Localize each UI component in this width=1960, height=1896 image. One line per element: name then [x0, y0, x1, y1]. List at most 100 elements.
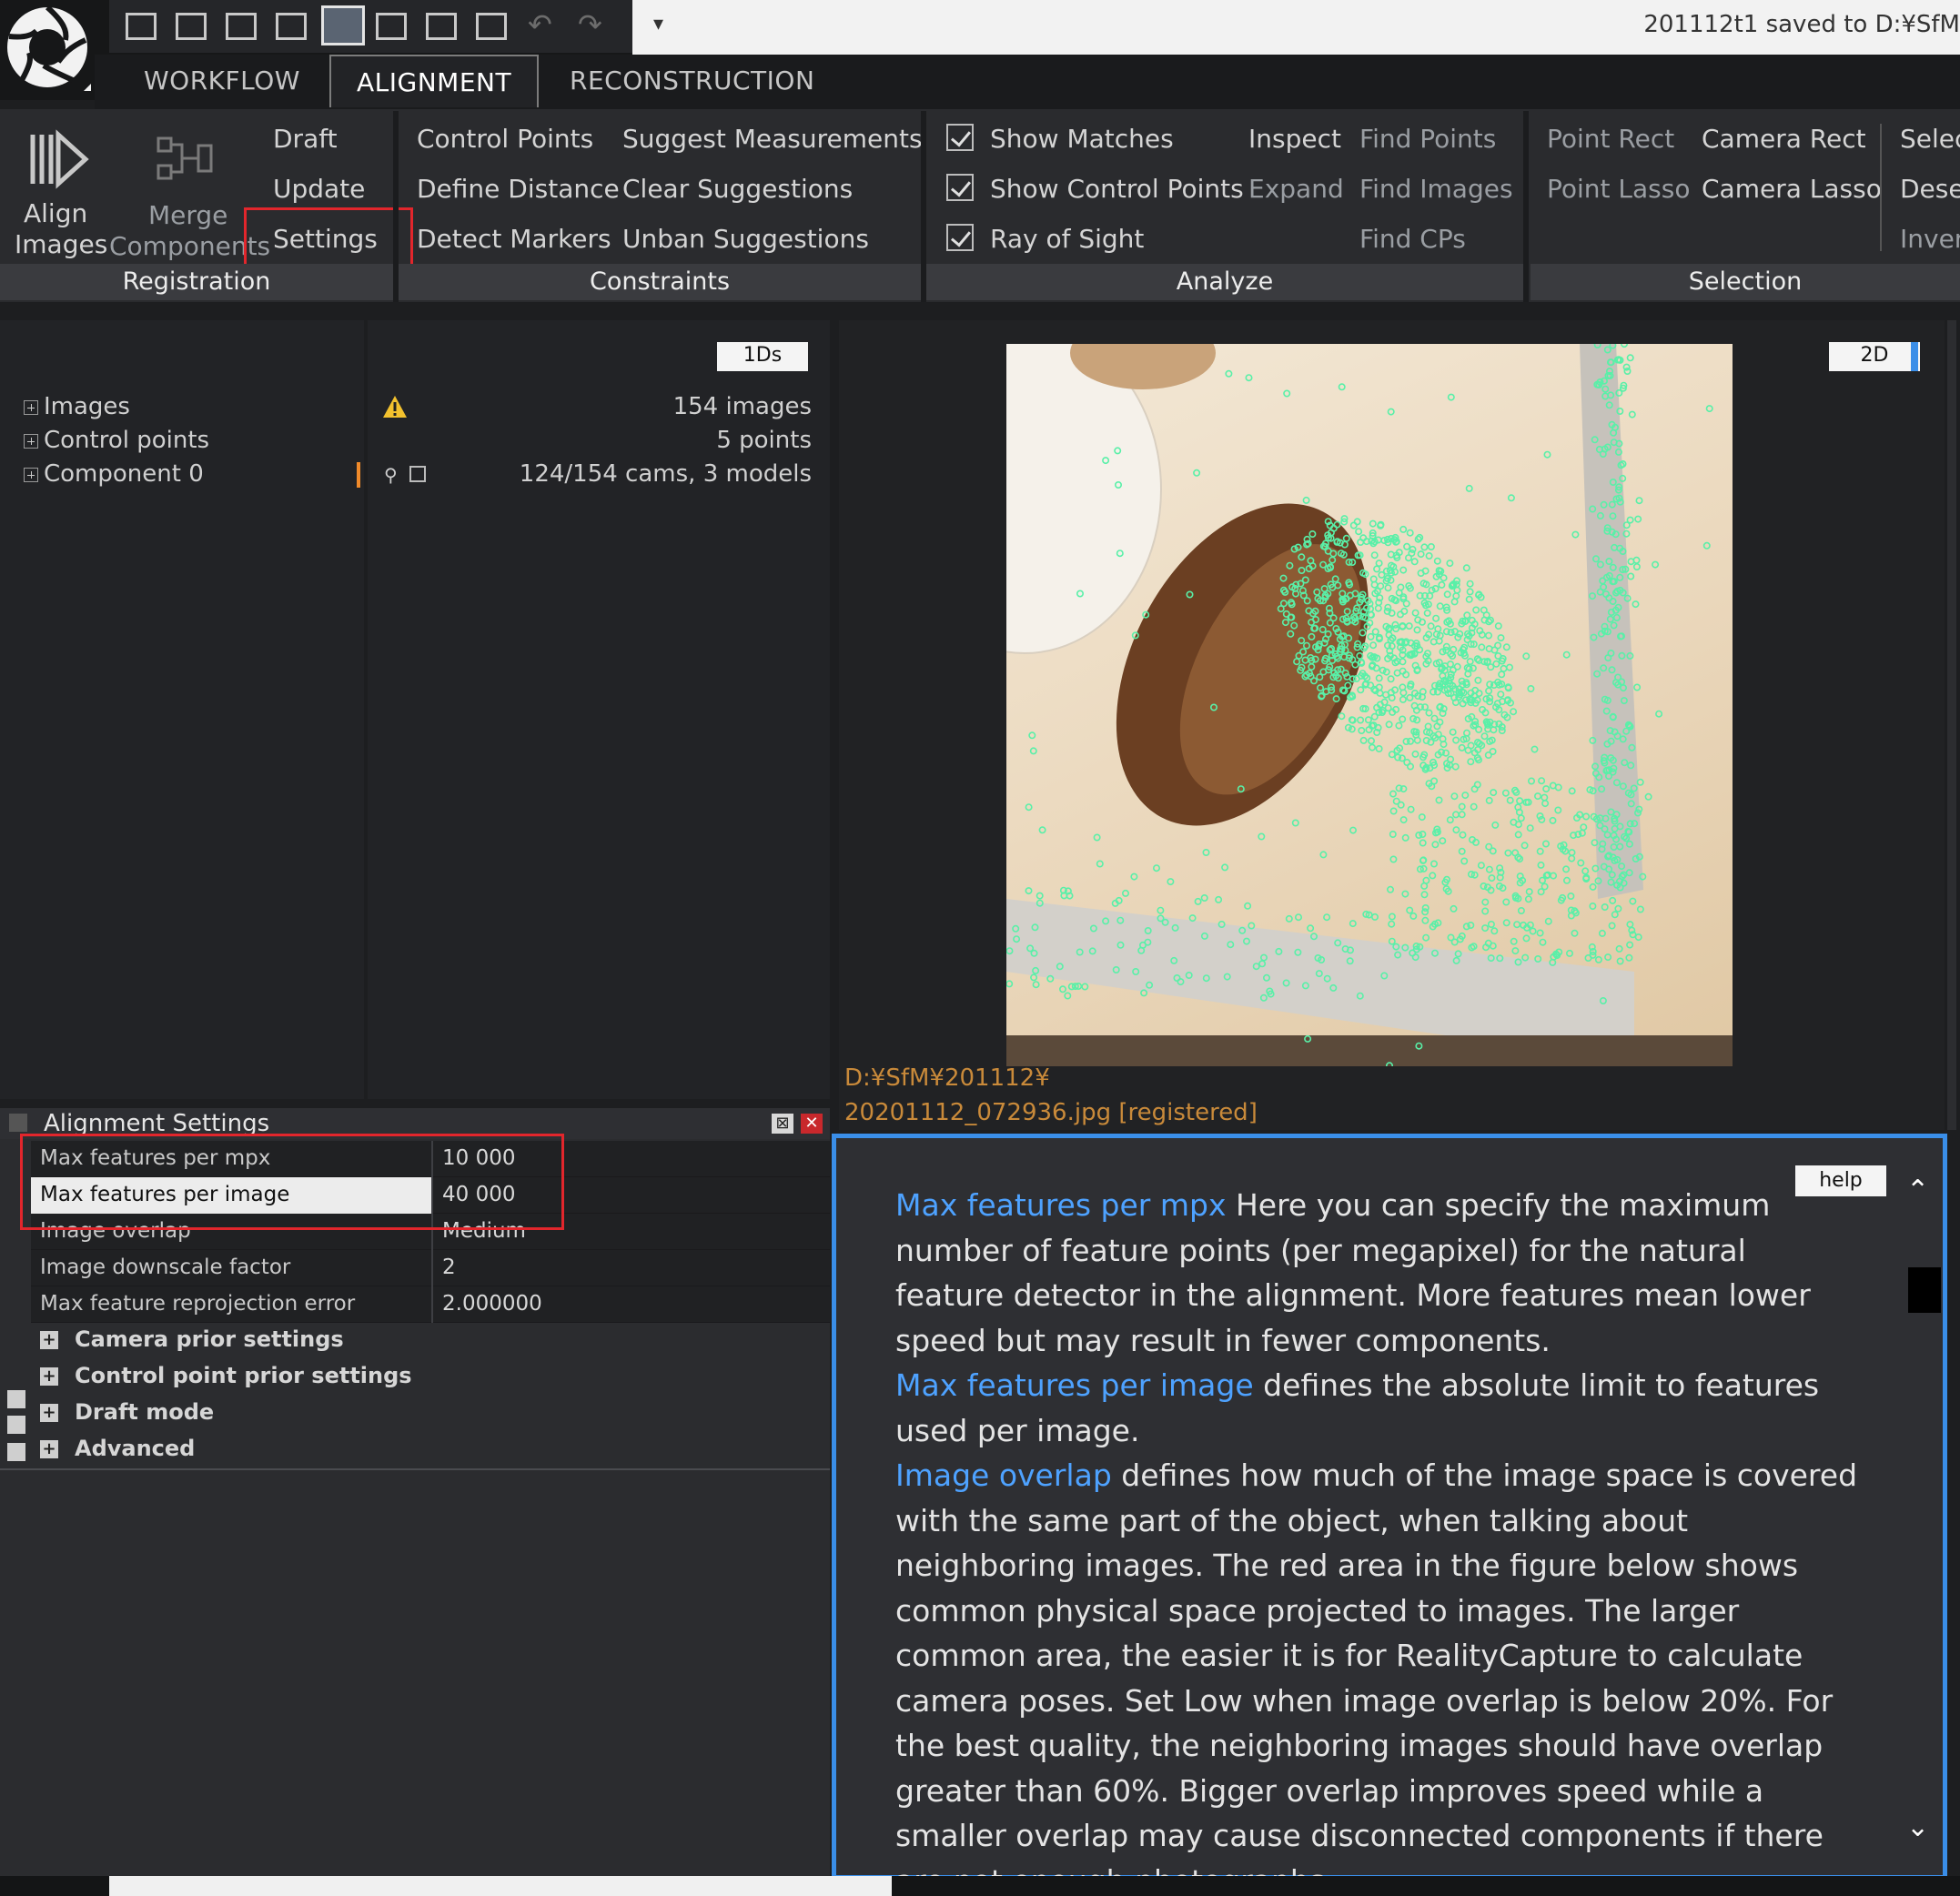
feature-point: [1485, 796, 1493, 804]
find-cps-button[interactable]: Find CPs: [1359, 224, 1466, 254]
help-term-max-features-per-image[interactable]: Max features per image: [895, 1367, 1254, 1403]
inspect-button[interactable]: Inspect: [1248, 124, 1341, 154]
group-selection-label: Selection: [1531, 264, 1960, 300]
expand-icon[interactable]: +: [40, 1331, 58, 1349]
feature-point: [1358, 726, 1366, 734]
app-logo[interactable]: [0, 0, 95, 100]
find-points-button[interactable]: Find Points: [1359, 124, 1496, 154]
select-all-button[interactable]: Selec: [1900, 124, 1960, 154]
category-draft-mode[interactable]: + Draft mode: [40, 1399, 214, 1425]
expand-icon[interactable]: +: [40, 1367, 58, 1386]
feature-point: [1245, 374, 1253, 382]
show-matches-checkbox[interactable]: [946, 124, 974, 151]
feature-point: [1393, 669, 1401, 677]
expand-icon[interactable]: +: [40, 1404, 58, 1422]
point-rect-button[interactable]: Point Rect: [1547, 124, 1674, 154]
feature-point: [1368, 743, 1376, 751]
feature-point: [1427, 543, 1435, 551]
feature-point: [1549, 782, 1557, 790]
category-control-point-prior-settings[interactable]: + Control point prior settings: [40, 1363, 412, 1388]
invert-button[interactable]: Inver: [1900, 224, 1960, 254]
tab-alignment[interactable]: ALIGNMENT: [329, 55, 540, 107]
point-lasso-button[interactable]: Point Lasso: [1547, 174, 1691, 204]
feature-point: [1399, 566, 1408, 574]
expand-button[interactable]: Expand: [1248, 174, 1344, 204]
feature-point: [1032, 981, 1040, 989]
control-points-button[interactable]: Control Points: [417, 124, 593, 154]
save-status: 201112t1 saved to D:¥SfM: [1643, 11, 1960, 38]
feature-point: [1537, 861, 1545, 869]
close-icon[interactable]: ✕: [801, 1114, 823, 1134]
help-term-max-features-per-mpx[interactable]: Max features per mpx: [895, 1187, 1226, 1223]
unban-suggestions-button[interactable]: Unban Suggestions: [622, 224, 869, 254]
feature-point: [1194, 897, 1202, 905]
expand-icon[interactable]: [24, 399, 38, 415]
layout-6-icon[interactable]: [376, 13, 407, 40]
align-images-label-2[interactable]: Images: [15, 229, 107, 259]
show-matches-label[interactable]: Show Matches: [990, 124, 1174, 154]
camera-lasso-button[interactable]: Camera Lasso: [1702, 174, 1882, 204]
clear-suggestions-button[interactable]: Clear Suggestions: [622, 174, 853, 204]
active-marker: [357, 462, 360, 488]
layout-4-icon[interactable]: [276, 13, 307, 40]
camera-rect-button[interactable]: Camera Rect: [1702, 124, 1866, 154]
expand-icon[interactable]: [24, 467, 38, 482]
deselect-button[interactable]: Desel: [1900, 174, 1960, 204]
feature-point: [1615, 944, 1623, 953]
show-control-points-label[interactable]: Show Control Points: [990, 174, 1244, 204]
expand-icon[interactable]: [24, 433, 38, 449]
collapse-all-icon[interactable]: [7, 1443, 25, 1461]
feature-point: [1458, 847, 1466, 855]
feature-point: [1388, 913, 1396, 921]
customize-toolbar-icon[interactable]: ▾: [653, 13, 663, 35]
prop-max-feature-reprojection-error[interactable]: Max feature reprojection error 2.000000: [31, 1286, 830, 1323]
feature-point: [1349, 826, 1357, 834]
show-control-points-checkbox[interactable]: [946, 174, 974, 201]
redo-icon[interactable]: ↷: [578, 7, 602, 42]
find-images-button[interactable]: Find Images: [1359, 174, 1513, 204]
aperture-logo-icon: [7, 5, 91, 91]
feature-point: [1029, 747, 1037, 755]
tree-item-control-points[interactable]: Control points: [24, 427, 209, 454]
scroll-down-icon[interactable]: ⌄: [1906, 1811, 1929, 1843]
category-advanced[interactable]: + Advanced: [40, 1436, 195, 1461]
layout-8-icon[interactable]: [476, 13, 507, 40]
suggest-measurements-button[interactable]: Suggest Measurements: [622, 124, 923, 154]
undock-icon[interactable]: ⊠: [772, 1114, 793, 1134]
ray-of-sight-checkbox[interactable]: [946, 224, 974, 251]
expand-all-icon[interactable]: [7, 1390, 25, 1408]
tab-reconstruction[interactable]: RECONSTRUCTION: [544, 55, 840, 107]
feature-point: [1357, 686, 1365, 694]
tree-item-images[interactable]: Images: [24, 393, 130, 420]
registered-photo[interactable]: [1006, 344, 1733, 1066]
viewer-2d-chip[interactable]: 2D: [1829, 342, 1920, 371]
view-mode-chip[interactable]: 1Ds: [717, 342, 808, 371]
layout-3-icon[interactable]: [226, 13, 257, 40]
layout-1-icon[interactable]: [126, 13, 157, 40]
ray-of-sight-label[interactable]: Ray of Sight: [990, 224, 1144, 254]
viewer-scrollbar[interactable]: [1947, 320, 1956, 1130]
merge-components-label-1[interactable]: Merge: [148, 200, 227, 230]
layout-7-icon[interactable]: [426, 13, 457, 40]
prop-image-downscale-factor[interactable]: Image downscale factor 2: [31, 1250, 830, 1286]
update-button[interactable]: Update: [273, 174, 365, 204]
align-images-label-1[interactable]: Align: [24, 198, 87, 228]
sort-icon[interactable]: [7, 1416, 25, 1434]
scroll-thumb[interactable]: [1908, 1267, 1941, 1313]
tree-item-component-0[interactable]: Component 0: [24, 460, 204, 488]
define-distance-button[interactable]: Define Distance: [417, 174, 620, 204]
category-camera-prior-settings[interactable]: + Camera prior settings: [40, 1326, 344, 1352]
undo-icon[interactable]: ↶: [528, 7, 552, 42]
layout-2-icon[interactable]: [176, 13, 207, 40]
feature-point: [1580, 823, 1588, 832]
scroll-up-icon[interactable]: ⌃: [1906, 1175, 1929, 1206]
collapse-icon[interactable]: [9, 1114, 27, 1132]
layout-5-icon[interactable]: [321, 5, 365, 45]
expand-icon[interactable]: +: [40, 1440, 58, 1458]
help-term-image-overlap[interactable]: Image overlap: [895, 1457, 1112, 1493]
draft-button[interactable]: Draft: [273, 124, 338, 154]
detect-markers-button[interactable]: Detect Markers: [417, 224, 611, 254]
tab-workflow[interactable]: WORKFLOW: [118, 55, 326, 107]
feature-point: [1421, 903, 1430, 912]
feature-point: [1402, 737, 1410, 745]
